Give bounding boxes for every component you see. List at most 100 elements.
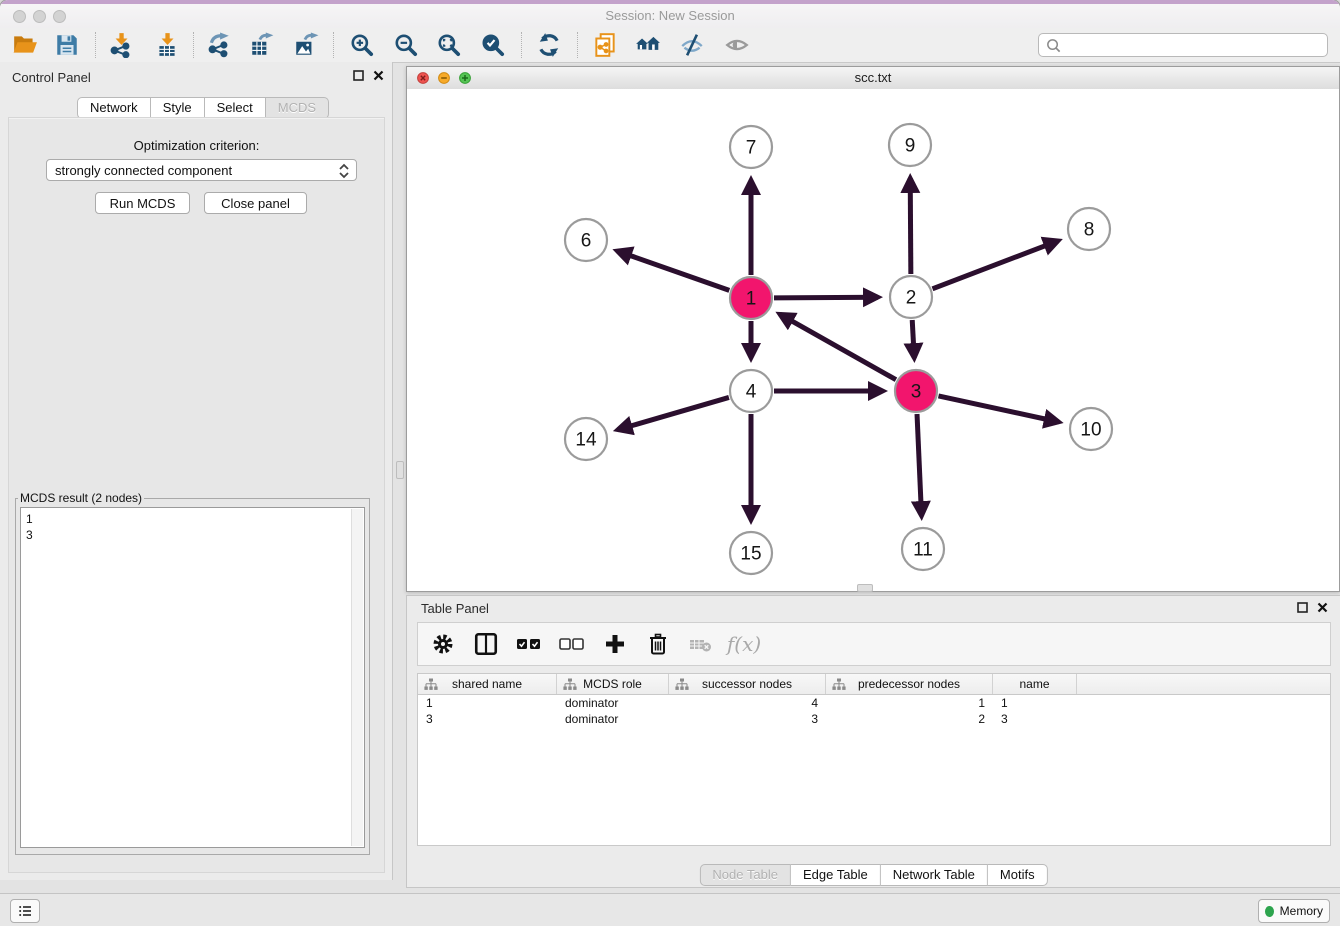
graph-node-8[interactable]: 8 — [1068, 208, 1110, 250]
column-header-predecessor-nodes[interactable]: predecessor nodes — [826, 674, 993, 694]
search-input[interactable] — [1066, 37, 1327, 53]
optimization-criterion-select[interactable]: strongly connected component — [46, 159, 357, 181]
show-all-icon[interactable] — [720, 30, 754, 60]
table-settings-icon[interactable] — [428, 629, 458, 659]
horizontal-splitter-grip[interactable] — [857, 584, 873, 592]
tab-mcds[interactable]: MCDS — [266, 97, 329, 119]
column-header-shared-name[interactable]: shared name — [418, 674, 557, 694]
zoom-in-icon[interactable] — [345, 30, 379, 60]
tab-select[interactable]: Select — [205, 97, 266, 119]
close-table-panel-icon[interactable] — [1317, 602, 1328, 613]
svg-text:1: 1 — [746, 289, 757, 310]
table-cell[interactable]: 1 — [418, 695, 557, 711]
deselect-all-icon[interactable] — [557, 629, 587, 659]
preferred-layout-icon[interactable] — [631, 30, 665, 60]
table-cell[interactable]: dominator — [557, 711, 669, 727]
network-canvas[interactable]: 7 9 6 8 1 2 4 3 14 10 15 11 — [407, 89, 1339, 591]
delete-row-icon[interactable] — [643, 629, 673, 659]
select-all-icon[interactable] — [514, 629, 544, 659]
zoom-out-icon[interactable] — [389, 30, 423, 60]
export-image-icon[interactable] — [289, 30, 323, 60]
vertical-splitter-grip[interactable] — [396, 461, 404, 479]
graph-node-15[interactable]: 15 — [730, 532, 772, 574]
table-cell[interactable]: 3 — [993, 711, 1077, 727]
task-history-button[interactable] — [10, 899, 40, 923]
graph-edge-1-6[interactable] — [617, 251, 729, 290]
graph-node-1[interactable]: 1 — [730, 277, 772, 319]
add-row-icon[interactable] — [600, 629, 630, 659]
function-builder-icon[interactable]: f(x) — [729, 629, 759, 659]
search-icon — [1045, 37, 1062, 54]
result-line: 3 — [26, 527, 359, 543]
graph-edge-2-9[interactable] — [910, 178, 911, 274]
control-panel-title: Control Panel — [12, 70, 91, 85]
import-table-icon[interactable] — [150, 30, 184, 60]
mcds-result-list[interactable]: 13 — [20, 507, 365, 848]
refresh-icon[interactable] — [532, 30, 566, 60]
delete-column-icon[interactable] — [686, 629, 716, 659]
mcds-result-title: MCDS result (2 nodes) — [18, 491, 144, 505]
import-network-icon[interactable] — [104, 30, 138, 60]
column-tree-icon — [832, 678, 846, 691]
open-session-icon[interactable] — [8, 30, 42, 60]
table-panel: Table Panel — [406, 595, 1340, 888]
table-row[interactable]: 1dominator411 — [418, 695, 1330, 711]
titlebar: Session: New Session — [0, 0, 1340, 29]
graph-node-2[interactable]: 2 — [890, 276, 932, 318]
graph-node-4[interactable]: 4 — [730, 370, 772, 412]
save-session-icon[interactable] — [50, 30, 84, 60]
table-cell[interactable]: dominator — [557, 695, 669, 711]
table-cell[interactable]: 3 — [669, 711, 826, 727]
graph-node-3[interactable]: 3 — [895, 370, 937, 412]
graph-edge-2-8[interactable] — [932, 241, 1058, 289]
fx-label: f(x) — [727, 632, 761, 656]
graph-node-14[interactable]: 14 — [565, 418, 607, 460]
table-tab-motifs[interactable]: Motifs — [988, 864, 1048, 886]
table-cell[interactable]: 3 — [418, 711, 557, 727]
svg-text:11: 11 — [913, 540, 933, 561]
column-header-successor-nodes[interactable]: successor nodes — [669, 674, 826, 694]
tab-style[interactable]: Style — [151, 97, 205, 119]
application-window: Session: New Session — [0, 0, 1340, 926]
result-scrollbar[interactable] — [351, 509, 363, 846]
hide-selected-icon[interactable] — [675, 30, 709, 60]
graph-node-9[interactable]: 9 — [889, 124, 931, 166]
graph-node-6[interactable]: 6 — [565, 219, 607, 261]
graph-edge-3-11[interactable] — [917, 414, 922, 516]
svg-text:2: 2 — [906, 288, 917, 309]
graph-node-10[interactable]: 10 — [1070, 408, 1112, 450]
graph-edge-4-14[interactable] — [618, 397, 729, 429]
float-panel-icon[interactable] — [353, 70, 364, 81]
graph-edge-3-1[interactable] — [780, 314, 896, 380]
column-header-name[interactable]: name — [993, 674, 1077, 694]
graph-edge-1-2[interactable] — [774, 297, 878, 298]
graph-edge-2-3[interactable] — [912, 320, 914, 358]
graph-edge-3-10[interactable] — [938, 396, 1058, 422]
table-cell[interactable]: 4 — [669, 695, 826, 711]
memory-button[interactable]: Memory — [1258, 899, 1330, 923]
zoom-fit-icon[interactable] — [432, 30, 466, 60]
zoom-selected-icon[interactable] — [476, 30, 510, 60]
export-table-icon[interactable] — [245, 30, 279, 60]
copy-network-icon[interactable] — [588, 30, 622, 60]
run-mcds-button[interactable]: Run MCDS — [95, 192, 190, 214]
status-bar: Memory — [0, 893, 1340, 926]
close-panel-button[interactable]: Close panel — [204, 192, 307, 214]
graph-node-7[interactable]: 7 — [730, 126, 772, 168]
table-tab-node-table[interactable]: Node Table — [699, 864, 791, 886]
table-cell[interactable]: 1 — [826, 695, 993, 711]
column-layout-icon[interactable] — [471, 629, 501, 659]
float-table-panel-icon[interactable] — [1297, 602, 1308, 613]
tab-network[interactable]: Network — [77, 97, 151, 119]
table-cell[interactable]: 2 — [826, 711, 993, 727]
graph-node-11[interactable]: 11 — [902, 528, 944, 570]
table-tab-edge-table[interactable]: Edge Table — [791, 864, 881, 886]
column-header-MCDS-role[interactable]: MCDS role — [557, 674, 669, 694]
export-network-icon[interactable] — [202, 30, 236, 60]
svg-text:14: 14 — [575, 430, 597, 451]
table-cell[interactable]: 1 — [993, 695, 1077, 711]
close-panel-icon[interactable] — [373, 70, 384, 81]
table-row[interactable]: 3dominator323 — [418, 711, 1330, 727]
table-panel-tabs: Node TableEdge TableNetwork TableMotifs — [699, 864, 1047, 886]
table-tab-network-table[interactable]: Network Table — [881, 864, 988, 886]
